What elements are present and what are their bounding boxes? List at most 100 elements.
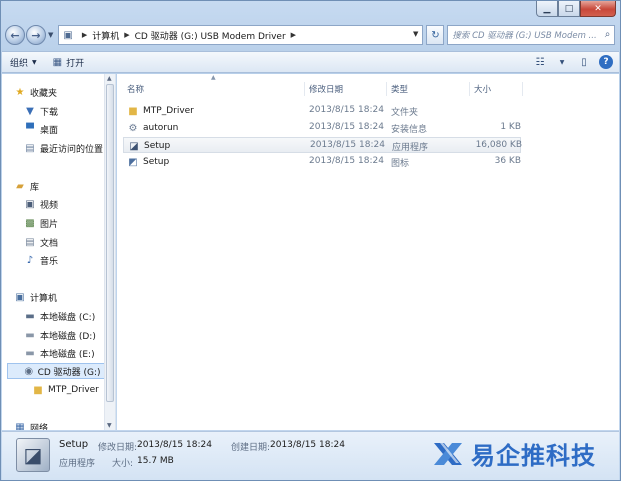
file-row[interactable]: ■ MTP_Driver 2013/8/15 18:24 文件夹 bbox=[123, 103, 521, 119]
close-button[interactable]: ✕ bbox=[580, 1, 616, 17]
column-header-size[interactable]: 大小 bbox=[470, 82, 523, 96]
nav-scrollbar[interactable]: ▲ ▼ bbox=[104, 74, 115, 430]
organize-button[interactable]: 组织 ▼ bbox=[2, 52, 45, 72]
watermark-text: 易企推科技 bbox=[471, 441, 596, 470]
refresh-button[interactable]: ↻ bbox=[426, 25, 445, 45]
scroll-down-icon[interactable]: ▼ bbox=[107, 422, 112, 429]
breadcrumb-computer[interactable]: 计算机 bbox=[92, 29, 119, 42]
library-icon: ▰ bbox=[16, 180, 24, 192]
command-bar: 组织 ▼ ▦ 打开 ☷ ▼ ▯ ? bbox=[2, 51, 619, 73]
breadcrumb-cd-drive[interactable]: CD 驱动器 (G:) USB Modem Driver bbox=[135, 29, 286, 42]
details-size-value: 15.7 MB bbox=[137, 456, 174, 466]
document-icon: ▤ bbox=[25, 236, 35, 248]
file-type: 文件夹 bbox=[391, 108, 419, 118]
nav-libraries[interactable]: ▰ 库 bbox=[14, 178, 39, 194]
file-name-cell: ⚙ autorun bbox=[127, 122, 179, 134]
nav-computer[interactable]: ▣ 计算机 bbox=[14, 289, 57, 305]
computer-icon: ▣ bbox=[15, 291, 25, 303]
nav-favorites[interactable]: ★ 收藏夹 bbox=[14, 84, 58, 100]
file-name-cell: ■ MTP_Driver bbox=[127, 105, 194, 117]
chevron-right-icon[interactable]: ▶ bbox=[291, 31, 296, 39]
hard-drive-icon: ▬ bbox=[25, 329, 35, 341]
nav-network-label: 网络 bbox=[30, 423, 49, 431]
file-row[interactable]: ◩ Setup 2013/8/15 18:24 图标 36 KB bbox=[123, 154, 521, 170]
cd-drive-icon: ◉ bbox=[24, 365, 34, 377]
file-type: 图标 bbox=[391, 159, 410, 169]
nav-disk-d-label: 本地磁盘 (D:) bbox=[40, 331, 96, 342]
recent-pages-dropdown[interactable]: ▼ bbox=[48, 31, 53, 39]
explorer-window: ▁ □ ✕ ← → ▼ ▣ ▶ 计算机 ▶ CD 驱动器 (G:) USB Mo… bbox=[0, 0, 621, 481]
file-name: Setup bbox=[143, 157, 170, 167]
nav-mtp-driver[interactable]: ■ MTP_Driver bbox=[32, 382, 99, 398]
file-name-cell: ◪ Setup bbox=[128, 140, 170, 152]
nav-cd-drive[interactable]: ◉ CD 驱动器 (G:) U bbox=[7, 363, 111, 379]
nav-recent[interactable]: ▤ 最近访问的位置 bbox=[24, 140, 103, 156]
downloads-folder-icon: ▼ bbox=[26, 105, 34, 117]
file-name: MTP_Driver bbox=[143, 106, 194, 116]
nav-downloads[interactable]: ▼ 下载 bbox=[24, 103, 58, 119]
organize-label: 组织 bbox=[10, 58, 29, 69]
watermark: 易企推科技 bbox=[431, 436, 596, 471]
nav-videos[interactable]: ▣ 视频 bbox=[24, 196, 58, 212]
nav-cd-drive-label: CD 驱动器 (G:) U bbox=[37, 367, 110, 378]
search-input[interactable]: 搜索 CD 驱动器 (G:) USB Modem ... ⌕ bbox=[447, 25, 616, 45]
nav-disk-d[interactable]: ▬ 本地磁盘 (D:) bbox=[24, 327, 96, 343]
back-button[interactable]: ← bbox=[5, 25, 25, 45]
picture-icon: ▩ bbox=[25, 217, 35, 229]
search-icon[interactable]: ⌕ bbox=[605, 29, 611, 40]
file-date: 2013/8/15 18:24 bbox=[309, 122, 384, 132]
column-header-name[interactable]: 名称 bbox=[123, 82, 305, 96]
address-dropdown-icon[interactable]: ▼ bbox=[413, 30, 418, 38]
star-icon: ★ bbox=[15, 86, 25, 98]
nav-network[interactable]: ▦ 网络 bbox=[14, 419, 49, 431]
nav-disk-c-label: 本地磁盘 (C:) bbox=[40, 312, 96, 323]
nav-disk-e[interactable]: ▬ 本地磁盘 (E:) bbox=[24, 345, 95, 361]
address-bar[interactable]: ▣ ▶ 计算机 ▶ CD 驱动器 (G:) USB Modem Driver ▶… bbox=[58, 25, 424, 45]
file-row[interactable]: ◪ Setup 2013/8/15 18:24 应用程序 16,080 KB bbox=[123, 137, 522, 153]
view-options-icon[interactable]: ☷ bbox=[533, 55, 547, 69]
help-icon[interactable]: ? bbox=[599, 55, 613, 69]
chevron-down-icon: ▼ bbox=[32, 58, 37, 66]
nav-recent-label: 最近访问的位置 bbox=[40, 144, 104, 155]
nav-music-label: 音乐 bbox=[40, 256, 59, 267]
preview-pane-icon[interactable]: ▯ bbox=[577, 55, 591, 69]
details-modified-value: 2013/8/15 18:24 bbox=[137, 440, 212, 450]
nav-documents[interactable]: ▤ 文档 bbox=[24, 234, 58, 250]
chevron-right-icon[interactable]: ▶ bbox=[124, 31, 129, 39]
nav-music[interactable]: ♪ 音乐 bbox=[24, 252, 58, 268]
nav-pictures[interactable]: ▩ 图片 bbox=[24, 215, 58, 231]
file-type: 安装信息 bbox=[391, 125, 428, 135]
music-icon: ♪ bbox=[26, 254, 34, 266]
chevron-right-icon[interactable]: ▶ bbox=[82, 31, 87, 39]
maximize-button[interactable]: □ bbox=[558, 1, 580, 17]
watermark-logo-icon bbox=[434, 442, 462, 465]
file-name: autorun bbox=[143, 123, 179, 133]
open-button[interactable]: ▦ 打开 bbox=[45, 52, 92, 72]
nav-videos-label: 视频 bbox=[40, 200, 59, 211]
nav-documents-label: 文档 bbox=[40, 238, 59, 249]
open-file-icon: ▦ bbox=[52, 56, 63, 68]
column-header-type[interactable]: 类型 bbox=[387, 82, 470, 96]
file-size: 36 KB bbox=[494, 156, 521, 166]
file-date: 2013/8/15 18:24 bbox=[310, 140, 385, 150]
nav-disk-c[interactable]: ▬ 本地磁盘 (C:) bbox=[24, 308, 95, 324]
column-header-date[interactable]: 修改日期 bbox=[305, 82, 387, 96]
nav-desktop[interactable]: ▀ 桌面 bbox=[24, 121, 58, 137]
file-size: 1 KB bbox=[500, 122, 521, 132]
file-list: ▲ 名称 修改日期 类型 大小 ■ MTP_Driver 2013/8/15 1… bbox=[117, 74, 619, 430]
nav-disk-e-label: 本地磁盘 (E:) bbox=[40, 349, 95, 360]
details-modified-label: 修改日期: bbox=[98, 443, 138, 453]
arrow-left-icon: ← bbox=[10, 28, 20, 42]
file-row[interactable]: ⚙ autorun 2013/8/15 18:24 安装信息 1 KB bbox=[123, 120, 521, 136]
nav-scrollbar-thumb[interactable] bbox=[106, 84, 114, 402]
view-dropdown-icon[interactable]: ▼ bbox=[555, 55, 569, 69]
minimize-button[interactable]: ▁ bbox=[536, 1, 558, 17]
scroll-up-icon[interactable]: ▲ bbox=[107, 75, 112, 82]
nav-downloads-label: 下载 bbox=[40, 107, 59, 118]
refresh-icon: ↻ bbox=[431, 29, 440, 41]
icon-file-icon: ◩ bbox=[128, 156, 138, 168]
nav-pictures-label: 图片 bbox=[40, 219, 59, 230]
forward-button[interactable]: → bbox=[26, 25, 46, 45]
desktop-icon: ▀ bbox=[26, 123, 34, 135]
nav-computer-label: 计算机 bbox=[30, 293, 58, 304]
